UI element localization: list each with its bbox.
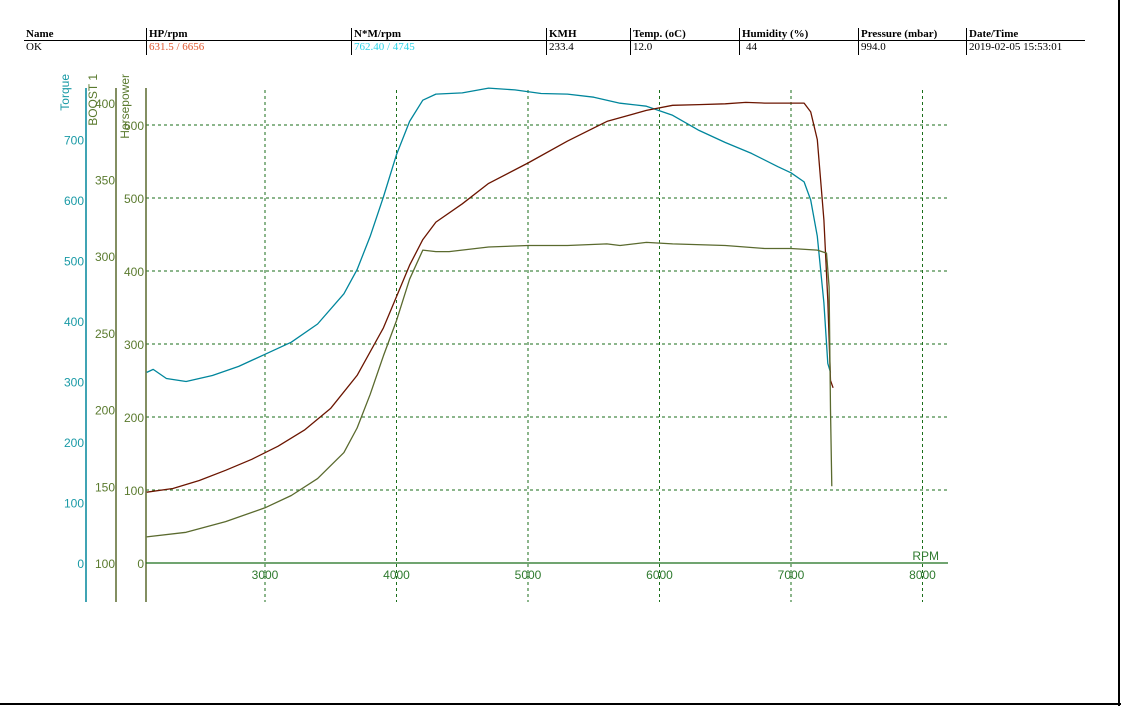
horsepower-tick-label: 100 (124, 484, 144, 498)
boost-curve (146, 241, 833, 538)
horsepower-curve (146, 101, 834, 493)
horsepower-tick-label: 0 (137, 557, 144, 571)
torque-axis-title: Torque (58, 74, 72, 111)
torque-tick-label: 100 (64, 497, 84, 511)
torque-tick-label: 500 (64, 255, 84, 269)
boost-tick-label: 400 (95, 97, 115, 111)
labels-layer: Torque BOOST 1 Horsepower01002003004005006… (58, 74, 939, 582)
torque-tick-label: 700 (64, 134, 84, 148)
torque-tick-label: 400 (64, 315, 84, 329)
torque-tick-label: 600 (64, 194, 84, 208)
boost-tick-label: 350 (95, 174, 115, 188)
boost-tick-label: 200 (95, 404, 115, 418)
rpm-tick-label: 5000 (515, 568, 542, 582)
horsepower-tick-label: 500 (124, 192, 144, 206)
torque-tick-label: 300 (64, 376, 84, 390)
boost-tick-label: 150 (95, 480, 115, 494)
boost-tick-label: 300 (95, 250, 115, 264)
rpm-tick-label: 7000 (778, 568, 805, 582)
horsepower-tick-label: 600 (124, 119, 144, 133)
torque-tick-label: 200 (64, 436, 84, 450)
rpm-tick-label: 3000 (252, 568, 279, 582)
horsepower-tick-label: 400 (124, 265, 144, 279)
grid-layer (146, 90, 948, 602)
boost-tick-label: 100 (95, 557, 115, 571)
dyno-chart: Torque BOOST 1 Horsepower01002003004005006… (58, 74, 948, 602)
series-layer (146, 87, 834, 538)
rpm-tick-label: 4000 (383, 568, 410, 582)
rpm-tick-label: 6000 (646, 568, 673, 582)
rpm-axis-label: RPM (912, 549, 939, 563)
horsepower-tick-label: 300 (124, 338, 144, 352)
boost-tick-label: 250 (95, 327, 115, 341)
torque-curve (146, 87, 832, 383)
rpm-tick-label: 8000 (909, 568, 936, 582)
horsepower-tick-label: 200 (124, 411, 144, 425)
torque-tick-label: 0 (77, 557, 84, 571)
